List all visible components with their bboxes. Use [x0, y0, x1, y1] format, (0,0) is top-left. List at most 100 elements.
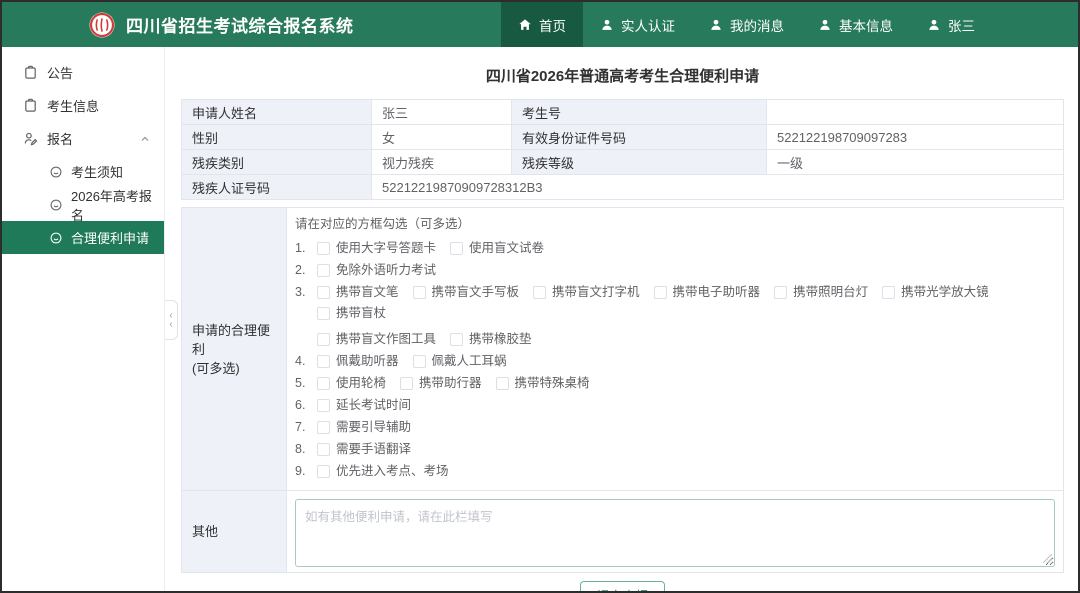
- checkbox[interactable]: [533, 286, 546, 299]
- checkbox[interactable]: [413, 355, 426, 368]
- checkbox-option[interactable]: 携带特殊桌椅: [496, 375, 590, 391]
- checkbox[interactable]: [450, 333, 463, 346]
- notice-icon: [23, 65, 38, 80]
- nav-user[interactable]: 张三: [910, 2, 992, 47]
- registration-icon: [23, 131, 38, 146]
- sidebar-item-convenience-application[interactable]: 合理便利申请: [2, 221, 164, 254]
- checkbox[interactable]: [654, 286, 667, 299]
- info-value: 张三: [372, 100, 512, 125]
- option-group-6: 6. 延长考试时间: [295, 397, 1055, 413]
- checkbox[interactable]: [400, 377, 413, 390]
- checkbox[interactable]: [774, 286, 787, 299]
- option-label: 携带橡胶垫: [469, 331, 532, 347]
- sidebar-item-candidate-info[interactable]: 考生信息: [2, 89, 164, 122]
- option-label: 延长考试时间: [336, 397, 411, 413]
- checkbox[interactable]: [413, 286, 426, 299]
- other-cell: [287, 491, 1064, 573]
- nav-home-label: 首页: [539, 15, 566, 35]
- checkbox-option[interactable]: 需要手语翻译: [317, 441, 411, 457]
- checkbox[interactable]: [317, 443, 330, 456]
- checkbox[interactable]: [317, 264, 330, 277]
- convenience-form: 申请的合理便利 (可多选) 请在对应的方框勾选（可多选） 1. 使用大字号答题卡…: [181, 207, 1064, 573]
- checkbox[interactable]: [317, 355, 330, 368]
- checkbox-option[interactable]: 携带盲文作图工具: [317, 331, 436, 347]
- checkbox[interactable]: [317, 421, 330, 434]
- checkbox-option[interactable]: 免除外语听力考试: [317, 262, 436, 278]
- app-header: 四川省招生考试综合报名系统 首页 实人认证 我的消息: [2, 2, 1078, 47]
- info-label: 性别: [182, 125, 372, 150]
- form-instruction: 请在对应的方框勾选（可多选）: [295, 216, 1055, 232]
- checkbox-option[interactable]: 需要引导辅助: [317, 419, 411, 435]
- option-group-3: 3. 携带盲文笔 携带盲文手写板 携带盲文打字机 携带电子助听器 携带照明台灯 …: [295, 284, 1055, 347]
- sidebar-label: 考生信息: [47, 96, 99, 115]
- smiley-circle-icon: [49, 198, 63, 212]
- table-row: 残疾人证号码 52212219870909728312B3: [182, 175, 1064, 200]
- checkbox-option[interactable]: 使用盲文试卷: [450, 240, 544, 256]
- top-nav: 首页 实人认证 我的消息 基本信息: [501, 2, 992, 47]
- form-options-cell: 请在对应的方框勾选（可多选） 1. 使用大字号答题卡 使用盲文试卷 2.: [287, 208, 1064, 491]
- checkbox-option[interactable]: 使用大字号答题卡: [317, 240, 436, 256]
- app-title: 四川省招生考试综合报名系统: [126, 12, 354, 37]
- checkbox-option[interactable]: 携带照明台灯: [774, 284, 868, 300]
- submit-button[interactable]: 提交申报: [580, 581, 664, 591]
- option-label: 携带特殊桌椅: [515, 375, 590, 391]
- nav-messages[interactable]: 我的消息: [692, 2, 801, 47]
- checkbox-option[interactable]: 携带助行器: [400, 375, 482, 391]
- form-section-label: 申请的合理便利 (可多选): [182, 208, 287, 491]
- table-row: 性别 女 有效身份证件号码 522122198709097283: [182, 125, 1064, 150]
- checkbox[interactable]: [317, 307, 330, 320]
- checkbox[interactable]: [317, 465, 330, 478]
- option-label: 携带盲文手写板: [432, 284, 520, 300]
- nav-basic-info[interactable]: 基本信息: [801, 2, 910, 47]
- option-label: 携带盲文打字机: [552, 284, 640, 300]
- checkbox-option[interactable]: 携带光学放大镜: [882, 284, 989, 300]
- checkbox-option[interactable]: 使用轮椅: [317, 375, 386, 391]
- other-label: 其他: [182, 491, 287, 573]
- checkbox-option[interactable]: 延长考试时间: [317, 397, 411, 413]
- sidebar-item-2026-gaokao-registration[interactable]: 2026年高考报名: [2, 188, 164, 221]
- info-label: 考生号: [512, 100, 767, 125]
- checkbox[interactable]: [317, 333, 330, 346]
- option-group-7: 7. 需要引导辅助: [295, 419, 1055, 435]
- checkbox-option[interactable]: 携带橡胶垫: [450, 331, 532, 347]
- sidebar-collapse-handle[interactable]: ‹ ‹: [165, 300, 178, 340]
- checkbox[interactable]: [317, 286, 330, 299]
- brand: 四川省招生考试综合报名系统: [2, 11, 354, 39]
- checkbox-option[interactable]: 携带盲文打字机: [533, 284, 640, 300]
- form-row-other: 其他: [182, 491, 1064, 573]
- nav-home[interactable]: 首页: [501, 2, 583, 47]
- checkbox-option[interactable]: 携带盲杖: [317, 305, 386, 321]
- option-label: 携带盲杖: [336, 305, 386, 321]
- other-textarea[interactable]: [295, 499, 1055, 567]
- checkbox-option[interactable]: 携带电子助听器: [654, 284, 761, 300]
- checkbox-option[interactable]: 佩戴助听器: [317, 353, 399, 369]
- sidebar-item-announcements[interactable]: 公告: [2, 56, 164, 89]
- nav-identity-verify[interactable]: 实人认证: [583, 2, 692, 47]
- checkbox[interactable]: [317, 399, 330, 412]
- nav-user-label: 张三: [948, 15, 975, 35]
- checkbox[interactable]: [882, 286, 895, 299]
- checkbox[interactable]: [317, 377, 330, 390]
- main-content: 四川省2026年普通高考考生合理便利申请 申请人姓名 张三 考生号 性别 女 有…: [165, 47, 1078, 591]
- sidebar-item-registration[interactable]: 报名: [2, 122, 164, 155]
- table-row: 残疾类别 视力残疾 残疾等级 一级: [182, 150, 1064, 175]
- checkbox-option[interactable]: 佩戴人工耳蜗: [413, 353, 507, 369]
- app-logo-icon: [88, 11, 116, 39]
- option-label: 使用盲文试卷: [469, 240, 544, 256]
- submit-row: 提交申报: [181, 581, 1064, 591]
- sidebar-label: 公告: [47, 63, 73, 82]
- option-label: 佩戴人工耳蜗: [432, 353, 507, 369]
- checkbox-option[interactable]: 携带盲文笔: [317, 284, 399, 300]
- checkbox[interactable]: [496, 377, 509, 390]
- option-group-8: 8. 需要手语翻译: [295, 441, 1055, 457]
- info-label: 残疾类别: [182, 150, 372, 175]
- sidebar-item-candidate-notice[interactable]: 考生须知: [2, 155, 164, 188]
- checkbox-option[interactable]: 优先进入考点、考场: [317, 463, 449, 479]
- nav-basic-info-label: 基本信息: [839, 15, 893, 35]
- chevron-left-icon: ‹: [169, 320, 172, 329]
- checkbox-option[interactable]: 携带盲文手写板: [413, 284, 520, 300]
- checkbox[interactable]: [450, 242, 463, 255]
- candidate-info-icon: [23, 98, 38, 113]
- info-label: 残疾人证号码: [182, 175, 372, 200]
- checkbox[interactable]: [317, 242, 330, 255]
